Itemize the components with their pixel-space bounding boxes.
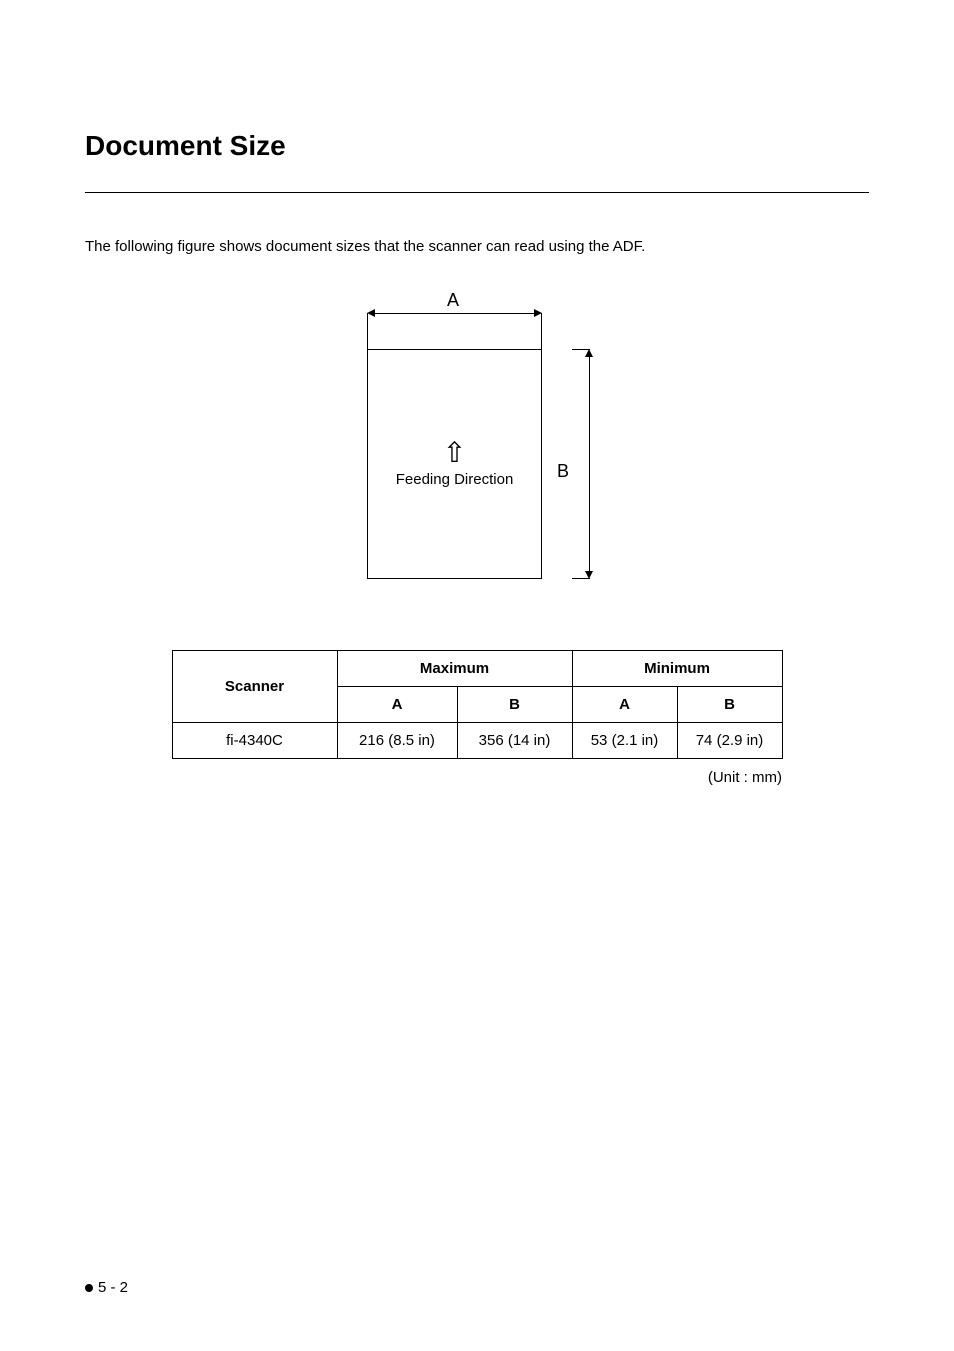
page-number-text: 5 - 2 (98, 1279, 128, 1296)
bullet-icon (85, 1284, 93, 1292)
dimension-arrow-b (572, 349, 590, 579)
unit-note: (Unit : mm) (172, 769, 782, 786)
subheader-max-b: B (457, 687, 572, 723)
subheader-max-a: A (337, 687, 457, 723)
document-size-table: Scanner Maximum Minimum A B A B fi-4340C… (172, 650, 783, 759)
dimension-label-a: A (447, 290, 459, 311)
cell-min-b: 74 (2.9 in) (677, 723, 782, 759)
header-scanner: Scanner (172, 651, 337, 723)
page-title: Document Size (85, 130, 869, 162)
table-header-row-1: Scanner Maximum Minimum (172, 651, 782, 687)
cell-max-b: 356 (14 in) (457, 723, 572, 759)
header-minimum: Minimum (572, 651, 782, 687)
document-rectangle: ⇧ Feeding Direction (367, 349, 542, 579)
dimension-arrow-a (367, 313, 542, 349)
header-maximum: Maximum (337, 651, 572, 687)
subheader-min-a: A (572, 687, 677, 723)
table-row: fi-4340C 216 (8.5 in) 356 (14 in) 53 (2.… (172, 723, 782, 759)
cell-max-a: 216 (8.5 in) (337, 723, 457, 759)
title-rule (85, 192, 869, 193)
page-number: 5 - 2 (85, 1279, 128, 1296)
cell-scanner: fi-4340C (172, 723, 337, 759)
document-size-diagram: A ⇧ Feeding Direction B (85, 295, 869, 585)
feeding-direction-label: Feeding Direction (396, 471, 514, 488)
intro-text: The following figure shows document size… (85, 238, 869, 255)
subheader-min-b: B (677, 687, 782, 723)
feeding-arrow-icon: ⇧ (443, 440, 466, 465)
dimension-label-b: B (557, 461, 569, 482)
cell-min-a: 53 (2.1 in) (572, 723, 677, 759)
